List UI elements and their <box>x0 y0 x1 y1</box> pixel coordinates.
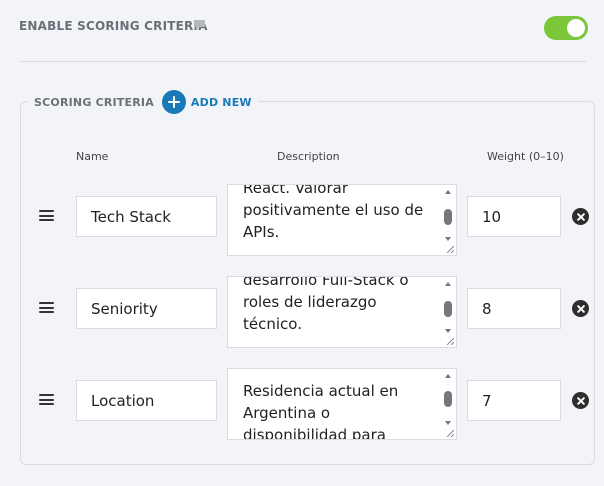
enable-scoring-toggle[interactable] <box>544 16 588 40</box>
scroll-down-arrow-icon[interactable] <box>445 237 451 241</box>
criteria-name-input[interactable] <box>76 288 217 329</box>
description-text: Residencia actual en Argentina o disponi… <box>243 380 434 440</box>
close-circle-icon[interactable] <box>572 392 589 409</box>
textarea-scrollbar[interactable] <box>442 279 454 345</box>
criteria-row: Residencia actual en Argentina o disponi… <box>0 364 604 440</box>
scroll-up-arrow-icon[interactable] <box>445 374 451 378</box>
textarea-scrollbar[interactable] <box>442 371 454 437</box>
criteria-row: React. Valorar positivamente el uso de A… <box>0 180 604 256</box>
resize-grip-icon[interactable] <box>446 245 454 253</box>
description-line: Residencia actual en <box>243 382 399 400</box>
textarea-scrollbar[interactable] <box>442 187 454 253</box>
column-header-weight: Weight (0–10) <box>487 150 564 163</box>
close-circle-icon[interactable] <box>572 208 589 225</box>
drag-handle-icon[interactable] <box>39 210 54 221</box>
toggle-knob <box>567 19 585 37</box>
description-line: técnico. <box>243 315 302 333</box>
criteria-description-textarea[interactable]: Residencia actual en Argentina o disponi… <box>227 368 457 440</box>
description-line: React. Valorar <box>243 184 348 197</box>
criteria-description-textarea[interactable]: desarrollo Full-Stack o roles de lideraz… <box>227 276 457 348</box>
scroll-down-arrow-icon[interactable] <box>445 329 451 333</box>
description-line: disponibilidad para <box>243 426 386 440</box>
criteria-weight-input[interactable] <box>467 288 561 329</box>
enable-scoring-label: ENABLE SCORING CRITERIA <box>19 19 208 33</box>
resize-grip-icon[interactable] <box>446 429 454 437</box>
description-line: positivamente el uso de <box>243 201 424 219</box>
add-new-label: ADD NEW <box>190 95 252 109</box>
close-circle-icon[interactable] <box>572 300 589 317</box>
description-line: roles de liderazgo <box>243 293 377 311</box>
plus-circle-icon <box>161 90 186 114</box>
scroll-up-arrow-icon[interactable] <box>445 282 451 286</box>
scroll-thumb[interactable] <box>444 391 452 407</box>
scroll-thumb[interactable] <box>444 209 452 225</box>
description-line: Argentina o <box>243 404 331 422</box>
criteria-row: desarrollo Full-Stack o roles de lideraz… <box>0 272 604 348</box>
criteria-weight-input[interactable] <box>467 196 561 237</box>
description-line: APIs. <box>243 223 280 241</box>
divider <box>19 61 586 62</box>
resize-grip-icon[interactable] <box>446 337 454 345</box>
description-line: desarrollo Full-Stack o <box>243 276 409 289</box>
comment-icon <box>194 20 205 30</box>
description-text: React. Valorar positivamente el uso de A… <box>243 184 434 243</box>
column-header-description: Description <box>277 150 340 163</box>
scoring-criteria-legend: SCORING CRITERIA ADD NEW <box>28 90 258 114</box>
scroll-down-arrow-icon[interactable] <box>445 421 451 425</box>
scoring-criteria-title: SCORING CRITERIA <box>34 95 154 109</box>
add-new-button[interactable]: ADD NEW <box>161 90 252 114</box>
criteria-name-input[interactable] <box>76 380 217 421</box>
drag-handle-icon[interactable] <box>39 394 54 405</box>
scroll-up-arrow-icon[interactable] <box>445 190 451 194</box>
description-text: desarrollo Full-Stack o roles de lideraz… <box>243 276 434 335</box>
enable-scoring-row: ENABLE SCORING CRITERIA <box>19 14 589 40</box>
drag-handle-icon[interactable] <box>39 302 54 313</box>
column-header-name: Name <box>76 150 109 163</box>
scroll-thumb[interactable] <box>444 301 452 317</box>
criteria-name-input[interactable] <box>76 196 217 237</box>
criteria-description-textarea[interactable]: React. Valorar positivamente el uso de A… <box>227 184 457 256</box>
criteria-weight-input[interactable] <box>467 380 561 421</box>
